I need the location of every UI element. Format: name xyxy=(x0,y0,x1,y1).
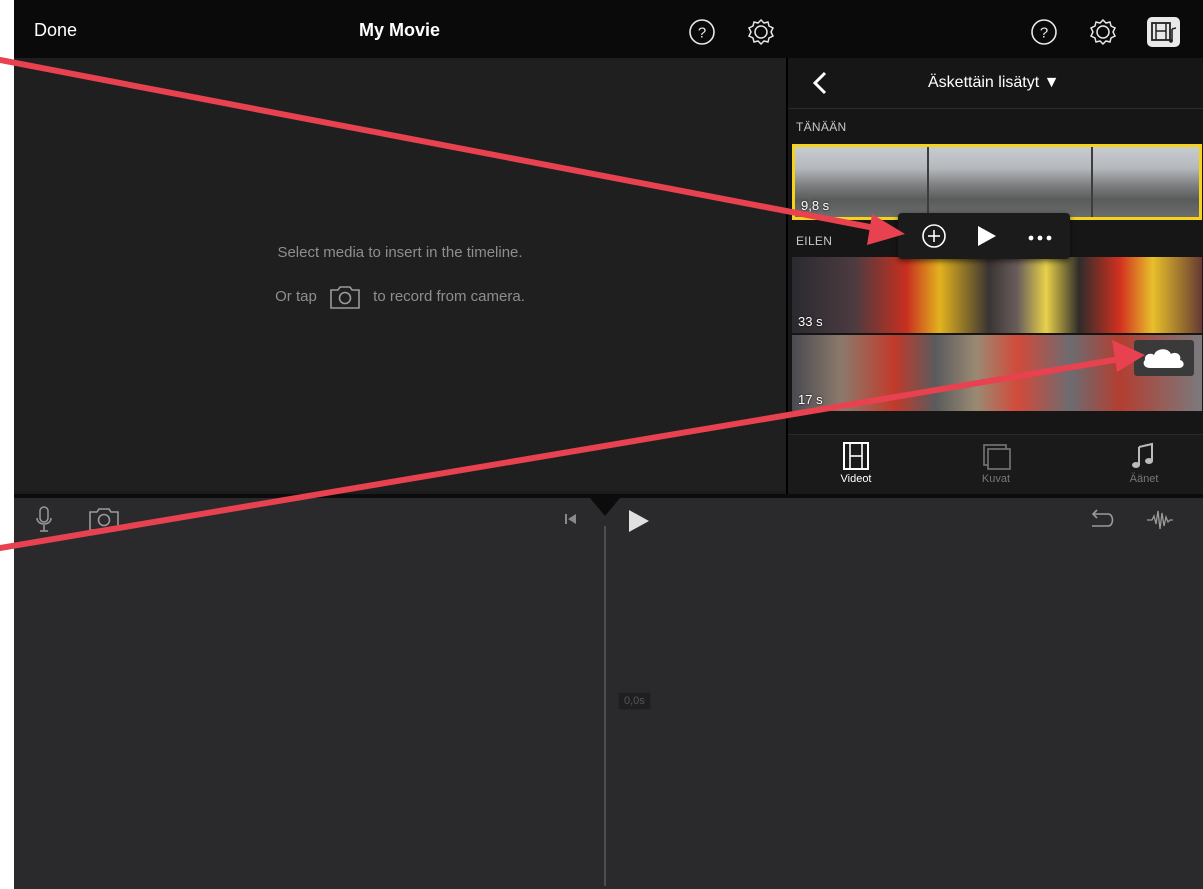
video-clip-2[interactable]: 33 s xyxy=(792,257,1202,333)
tab-label: Videot xyxy=(840,473,872,485)
clip-duration: 17 s xyxy=(798,392,823,407)
clip-duration: 9,8 s xyxy=(801,198,830,213)
film-icon xyxy=(843,442,869,470)
record-camera-hint: Or tap to record from camera. xyxy=(14,284,786,310)
hint-suffix: to record from camera. xyxy=(373,287,525,305)
timecode-label: 0,0s xyxy=(618,692,651,710)
media-browser-panel: Äskettäin lisätyt ▼ TÄNÄÄN 9,8 s EILEN 3… xyxy=(786,58,1203,495)
add-clip-plus-icon[interactable] xyxy=(918,221,950,251)
project-title: My Movie xyxy=(359,20,441,40)
playhead-marker xyxy=(590,498,620,516)
top-bar: Done My Movie ? ? xyxy=(14,0,1203,58)
tab-audio[interactable]: Äänet xyxy=(1094,441,1194,493)
section-label-yesterday: EILEN xyxy=(796,234,833,248)
help-icon-right[interactable]: ? xyxy=(1028,16,1060,48)
camera-icon-timeline[interactable] xyxy=(88,506,120,532)
hint-prefix: Or tap xyxy=(275,287,317,305)
audio-waveform-icon[interactable] xyxy=(1146,508,1174,532)
settings-gear-icon[interactable] xyxy=(745,16,777,48)
album-selector[interactable]: Äskettäin lisätyt ▼ xyxy=(928,74,1059,92)
more-options-icon[interactable] xyxy=(1024,221,1056,251)
insert-media-hint: Select media to insert in the timeline. xyxy=(277,244,523,261)
icloud-download-icon[interactable] xyxy=(1134,340,1194,376)
play-icon[interactable] xyxy=(626,508,652,534)
tab-label: Äänet xyxy=(1129,473,1159,485)
done-button[interactable]: Done xyxy=(34,20,77,41)
tab-videos[interactable]: Videot xyxy=(806,441,906,493)
back-chevron-icon[interactable] xyxy=(810,70,832,96)
preview-viewer: Select media to insert in the timeline. … xyxy=(14,58,786,491)
timeline-area[interactable]: 0,0s xyxy=(14,494,1203,889)
skip-to-start-icon[interactable] xyxy=(564,512,578,526)
panel-header: Äskettäin lisätyt ▼ xyxy=(788,58,1203,109)
camera-icon[interactable] xyxy=(329,284,361,310)
music-note-icon xyxy=(1132,442,1153,468)
tab-label: Kuvat xyxy=(981,473,1011,485)
media-library-icon[interactable] xyxy=(1147,17,1180,47)
help-icon[interactable]: ? xyxy=(686,16,718,48)
undo-icon[interactable] xyxy=(1088,508,1116,532)
photos-icon xyxy=(983,444,1011,470)
playhead-line xyxy=(604,526,606,886)
clip-frame xyxy=(929,147,1093,217)
preview-play-icon[interactable] xyxy=(970,221,1002,251)
section-label-today: TÄNÄÄN xyxy=(796,120,847,134)
tab-photos[interactable]: Kuvat xyxy=(946,441,1046,493)
clip-action-popup xyxy=(898,213,1070,259)
clip-duration: 33 s xyxy=(798,314,823,329)
settings-gear-icon-right[interactable] xyxy=(1087,16,1119,48)
video-clip-1[interactable]: 9,8 s xyxy=(792,144,1202,220)
svg-text:?: ? xyxy=(698,25,706,42)
imovie-app: Done My Movie ? ? Select media to insert… xyxy=(14,0,1203,889)
svg-text:?: ? xyxy=(1040,25,1048,42)
media-type-tabbar: Videot Kuvat Äänet xyxy=(788,434,1203,495)
microphone-icon[interactable] xyxy=(34,504,54,534)
